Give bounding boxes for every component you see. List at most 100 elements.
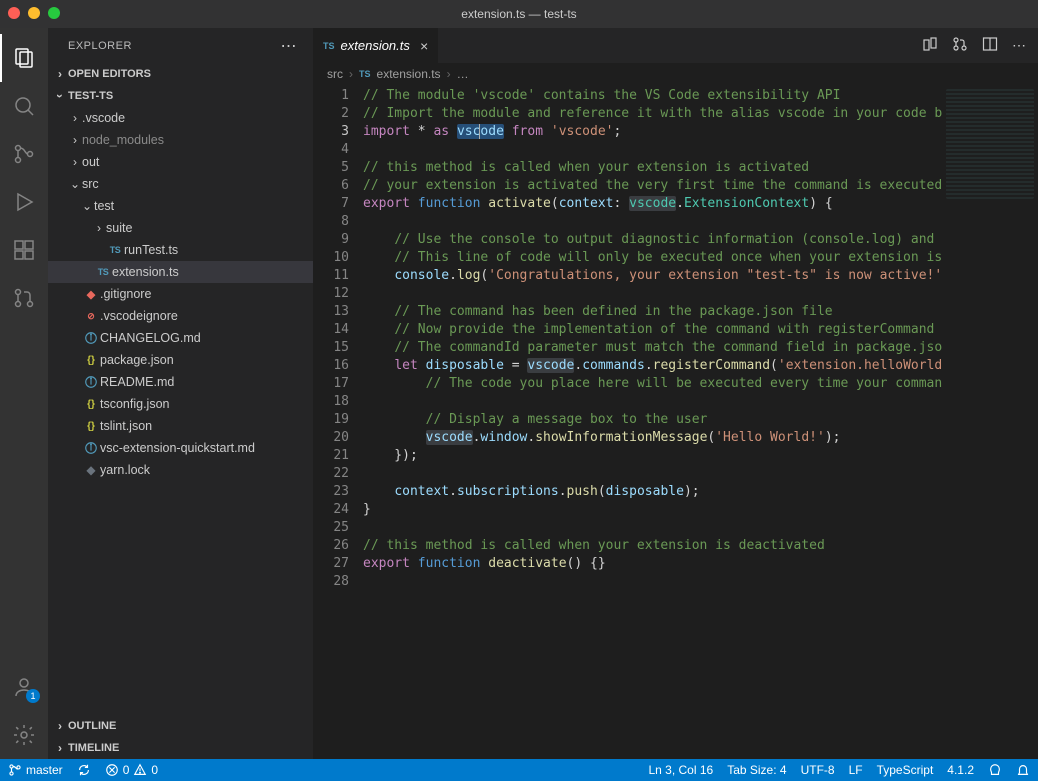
code-line[interactable]: [363, 141, 942, 159]
code-line[interactable]: // The code you place here will be execu…: [363, 375, 942, 393]
chevron-down-icon: ⌄: [68, 177, 82, 191]
explorer-icon[interactable]: [0, 34, 48, 82]
line-number: 4: [313, 141, 349, 159]
sync-item[interactable]: [77, 763, 91, 777]
code-editor[interactable]: 1234567891011121314151617181920212223242…: [313, 85, 1038, 759]
ts-version-item[interactable]: 4.1.2: [947, 763, 974, 777]
file-vsc-extension-quickstart.md[interactable]: vsc-extension-quickstart.md: [48, 437, 313, 459]
file-tslint.json[interactable]: {}tslint.json: [48, 415, 313, 437]
file-yarn.lock[interactable]: ◆yarn.lock: [48, 459, 313, 481]
code-line[interactable]: vscode.window.showInformationMessage('He…: [363, 429, 942, 447]
tab-size-item[interactable]: Tab Size: 4: [727, 763, 786, 777]
file-.vscodeignore[interactable]: ⊘.vscodeignore: [48, 305, 313, 327]
folder-node_modules[interactable]: ›node_modules: [48, 129, 313, 151]
chevron-right-icon: ›: [68, 111, 82, 125]
code-line[interactable]: [363, 393, 942, 411]
project-panel[interactable]: › TEST-TS: [48, 85, 313, 107]
code-line[interactable]: let disposable = vscode.commands.registe…: [363, 357, 942, 375]
chevron-right-icon: ›: [52, 719, 68, 733]
file-README.md[interactable]: README.md: [48, 371, 313, 393]
account-icon[interactable]: 1: [0, 663, 48, 711]
code-line[interactable]: // This line of code will only be execut…: [363, 249, 942, 267]
settings-gear-icon[interactable]: [0, 711, 48, 759]
close-tab-icon[interactable]: ×: [420, 38, 428, 54]
line-number: 20: [313, 429, 349, 447]
code-line[interactable]: [363, 573, 942, 591]
code-line[interactable]: context.subscriptions.push(disposable);: [363, 483, 942, 501]
code-line[interactable]: // Import the module and reference it wi…: [363, 105, 942, 123]
notifications-icon[interactable]: [1016, 763, 1030, 777]
git-branch-item[interactable]: master: [8, 763, 63, 777]
breadcrumb-part[interactable]: extension.ts: [377, 67, 441, 81]
close-window-button[interactable]: [8, 7, 20, 19]
file-CHANGELOG.md[interactable]: CHANGELOG.md: [48, 327, 313, 349]
code-line[interactable]: }: [363, 501, 942, 519]
problems-item[interactable]: 0 0: [105, 763, 158, 777]
folder-out[interactable]: ›out: [48, 151, 313, 173]
json-file-icon: {}: [82, 399, 100, 410]
breadcrumbs[interactable]: src › TS extension.ts › …: [313, 63, 1038, 85]
extensions-icon[interactable]: [0, 226, 48, 274]
markdown-file-icon: [82, 331, 100, 345]
folder-suite[interactable]: ›suite: [48, 217, 313, 239]
open-editors-panel[interactable]: › OPEN EDITORS: [48, 63, 313, 85]
code-line[interactable]: [363, 213, 942, 231]
code-content[interactable]: // The module 'vscode' contains the VS C…: [363, 85, 942, 759]
file-package.json[interactable]: {}package.json: [48, 349, 313, 371]
folder-test[interactable]: ⌄test: [48, 195, 313, 217]
code-line[interactable]: export function deactivate() {}: [363, 555, 942, 573]
code-line[interactable]: // Now provide the implementation of the…: [363, 321, 942, 339]
run-debug-icon[interactable]: [0, 178, 48, 226]
folder-src[interactable]: ⌄src: [48, 173, 313, 195]
split-editor-icon[interactable]: [982, 36, 998, 55]
compare-changes-icon[interactable]: [922, 36, 938, 55]
language-mode-item[interactable]: TypeScript: [877, 763, 934, 777]
code-line[interactable]: // The command has been defined in the p…: [363, 303, 942, 321]
code-line[interactable]: export function activate(context: vscode…: [363, 195, 942, 213]
code-line[interactable]: // this method is called when your exten…: [363, 537, 942, 555]
open-changes-icon[interactable]: [952, 36, 968, 55]
file-tsconfig.json[interactable]: {}tsconfig.json: [48, 393, 313, 415]
tab-extension-ts[interactable]: TS extension.ts ×: [313, 28, 439, 63]
code-line[interactable]: // this method is called when your exten…: [363, 159, 942, 177]
folder-.vscode[interactable]: ›.vscode: [48, 107, 313, 129]
code-line[interactable]: import * as vscode from 'vscode';: [363, 123, 942, 141]
timeline-panel[interactable]: › TIMELINE: [48, 737, 313, 759]
file-name: tslint.json: [100, 419, 152, 433]
code-line[interactable]: [363, 519, 942, 537]
file-extension.ts[interactable]: TSextension.ts: [48, 261, 313, 283]
line-number: 3: [313, 123, 349, 141]
code-line[interactable]: // The module 'vscode' contains the VS C…: [363, 87, 942, 105]
code-line[interactable]: });: [363, 447, 942, 465]
sidebar-more-icon[interactable]: ⋯: [281, 36, 298, 56]
ignore-file-icon: ⊘: [82, 311, 100, 322]
minimap[interactable]: [942, 85, 1038, 759]
code-line[interactable]: // Display a message box to the user: [363, 411, 942, 429]
code-line[interactable]: [363, 465, 942, 483]
file-runTest.ts[interactable]: TSrunTest.ts: [48, 239, 313, 261]
chevron-down-icon: ⌄: [80, 199, 94, 213]
minimize-window-button[interactable]: [28, 7, 40, 19]
file-.gitignore[interactable]: ◆.gitignore: [48, 283, 313, 305]
code-line[interactable]: [363, 285, 942, 303]
maximize-window-button[interactable]: [48, 7, 60, 19]
editor-more-icon[interactable]: ⋯: [1012, 37, 1026, 54]
line-number: 13: [313, 303, 349, 321]
source-control-icon[interactable]: [0, 130, 48, 178]
lock-file-icon: ◆: [82, 463, 100, 477]
breadcrumb-part[interactable]: src: [327, 67, 343, 81]
code-line[interactable]: console.log('Congratulations, your exten…: [363, 267, 942, 285]
cursor-position: Ln 3, Col 16: [648, 763, 713, 777]
outline-panel[interactable]: › OUTLINE: [48, 715, 313, 737]
eol-item[interactable]: LF: [849, 763, 863, 777]
code-line[interactable]: // your extension is activated the very …: [363, 177, 942, 195]
breadcrumb-part[interactable]: …: [457, 67, 469, 81]
cursor-position-item[interactable]: Ln 3, Col 16: [648, 763, 713, 777]
code-line[interactable]: // Use the console to output diagnostic …: [363, 231, 942, 249]
encoding-item[interactable]: UTF-8: [801, 763, 835, 777]
search-icon[interactable]: [0, 82, 48, 130]
code-line[interactable]: // The commandId parameter must match th…: [363, 339, 942, 357]
git-pr-icon[interactable]: [0, 274, 48, 322]
feedback-icon[interactable]: [988, 763, 1002, 777]
line-number: 1: [313, 87, 349, 105]
